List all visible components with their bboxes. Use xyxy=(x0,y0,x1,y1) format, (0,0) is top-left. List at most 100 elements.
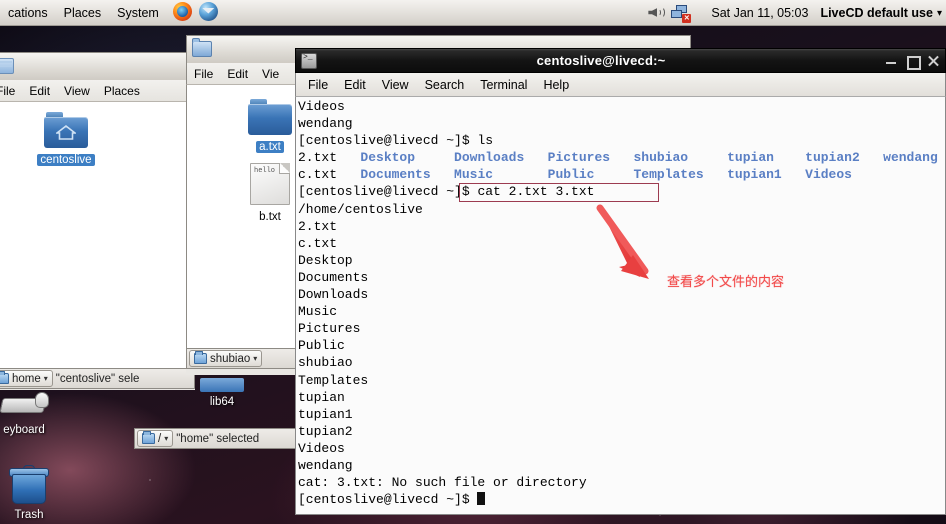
terminal-dir-entry: tupian xyxy=(727,150,806,166)
terminal-line: Music xyxy=(298,304,338,320)
desktop-icon-lib64[interactable]: lib64 xyxy=(190,378,254,410)
folder-icon xyxy=(0,371,9,384)
network-disconnected-icon[interactable]: ✕ xyxy=(669,3,692,23)
volume-icon[interactable] xyxy=(646,3,666,23)
menu-file[interactable]: File xyxy=(300,74,336,96)
terminal-line: cat: 3.txt: No such file or directory xyxy=(298,475,587,491)
menu-view[interactable]: Vie xyxy=(255,64,286,84)
terminal-file-entry: c.txt xyxy=(298,167,361,183)
chevron-down-icon: ▾ xyxy=(253,354,258,363)
terminal-dir-entry: Desktop xyxy=(360,150,455,166)
menu-edit[interactable]: Edit xyxy=(336,74,374,96)
terminal-line: 2.txt Desktop Downloads Pictures shubiao… xyxy=(298,149,945,166)
file-item-centoslive[interactable]: centoslive xyxy=(35,112,97,168)
terminal-dir-entry: Downloads xyxy=(454,150,548,166)
file-manager-window-home[interactable]: File Edit View Places centoslive home ▾ xyxy=(0,52,195,390)
folder-icon xyxy=(200,378,244,392)
gnome-top-panel[interactable]: cations Places System ✕ Sat Jan 11, 05:0… xyxy=(0,0,946,26)
trash-icon xyxy=(9,465,49,505)
menu-edit[interactable]: Edit xyxy=(220,64,255,84)
terminal-titlebar[interactable]: centoslive@livecd:~ xyxy=(295,48,946,73)
file-item-label: a.txt xyxy=(256,141,284,153)
firefox-icon xyxy=(172,1,192,21)
terminal-line: Pictures xyxy=(298,321,361,337)
menu-file[interactable]: File xyxy=(0,81,22,101)
desktop-icon-label: lib64 xyxy=(209,396,235,408)
chevron-down-icon: ▾ xyxy=(164,434,169,443)
window-titlebar[interactable] xyxy=(0,52,195,80)
folder-icon xyxy=(142,431,155,444)
window-controls[interactable] xyxy=(885,55,945,70)
terminal-line: tupian2 xyxy=(298,423,353,439)
terminal-dir-entry: Public xyxy=(547,167,634,183)
location-label: shubiao xyxy=(210,352,251,365)
chevron-down-icon[interactable]: ▾ xyxy=(937,8,946,19)
terminal-line: tupian1 xyxy=(298,406,353,422)
terminal-dir-entry: wendang xyxy=(883,150,946,166)
panel-menu-places[interactable]: Places xyxy=(56,1,110,25)
panel-menu-system[interactable]: System xyxy=(109,1,167,25)
document-preview-text: hello xyxy=(254,167,276,175)
desktop-icon-keyboard[interactable]: eyboard xyxy=(0,390,56,438)
location-label: / xyxy=(158,432,162,445)
folder-icon xyxy=(248,99,292,135)
terminal-line: wendang xyxy=(298,457,353,473)
file-list-area[interactable]: centoslive xyxy=(0,102,195,368)
terminal-title: centoslive@livecd:~ xyxy=(536,53,666,68)
terminal-line: wendang xyxy=(298,116,353,132)
terminal-line: Templates xyxy=(298,372,369,388)
terminal-line: [centoslive@livecd ~]$ ls xyxy=(298,132,945,149)
annotation-arrow-icon xyxy=(596,204,649,279)
terminal-line: tupian xyxy=(298,389,345,405)
terminal-dir-entry: tupian2 xyxy=(805,150,884,166)
folder-window-icon xyxy=(0,57,16,76)
terminal-output[interactable]: Videos wendang [centoslive@livecd ~]$ ls 2.… xyxy=(295,97,946,515)
home-glyph xyxy=(56,125,76,140)
menu-places[interactable]: Places xyxy=(97,81,147,101)
location-button-shubiao[interactable]: shubiao ▾ xyxy=(189,350,263,367)
menu-help[interactable]: Help xyxy=(535,74,577,96)
menu-edit[interactable]: Edit xyxy=(22,81,57,101)
menu-search[interactable]: Search xyxy=(417,74,473,96)
terminal-line: Videos xyxy=(298,440,345,456)
menu-view[interactable]: View xyxy=(57,81,97,101)
menu-view[interactable]: View xyxy=(374,74,417,96)
terminal-dir-entry: Templates xyxy=(633,167,728,183)
terminal-menubar[interactable]: File Edit View Search Terminal Help xyxy=(295,73,946,97)
maximize-button[interactable] xyxy=(906,55,921,70)
file-item-b-txt[interactable]: hello b.txt xyxy=(239,163,301,225)
desktop-icon-trash[interactable]: Trash xyxy=(0,465,61,523)
terminal-file-entry: 2.txt xyxy=(298,150,361,166)
menu-terminal[interactable]: Terminal xyxy=(472,74,535,96)
thunderbird-launcher[interactable] xyxy=(198,1,221,24)
file-item-a-txt[interactable]: a.txt xyxy=(239,99,301,155)
firefox-launcher[interactable] xyxy=(172,1,195,24)
terminal-prompt: [centoslive@livecd ~]$ xyxy=(298,133,470,149)
terminal-dir-entry: shubiao xyxy=(633,150,728,166)
thunderbird-icon xyxy=(198,1,218,21)
panel-tray[interactable]: ✕ Sat Jan 11, 05:03 LiveCD default use ▾ xyxy=(646,0,946,26)
terminal-dir-entry: Pictures xyxy=(547,150,634,166)
minimize-button[interactable] xyxy=(885,55,897,67)
panel-user-menu[interactable]: LiveCD default use xyxy=(820,6,937,20)
terminal-cursor xyxy=(477,492,486,506)
file-item-label: centoslive xyxy=(37,154,95,166)
panel-clock[interactable]: Sat Jan 11, 05:03 xyxy=(699,6,820,20)
terminal-line: [centoslive@livecd ~]$ cat 2.txt 3.txt xyxy=(298,183,945,200)
terminal-dir-entry: tupian1 xyxy=(727,167,806,183)
file-item-label: b.txt xyxy=(259,211,281,223)
menubar[interactable]: File Edit View Places xyxy=(0,80,195,102)
location-button-root[interactable]: / ▾ xyxy=(137,430,174,447)
location-button-home[interactable]: home ▾ xyxy=(0,370,53,387)
terminal-line: c.txt Documents Music Public Templates t… xyxy=(298,166,945,183)
text-document-icon: hello xyxy=(250,163,290,205)
close-button[interactable] xyxy=(927,55,939,67)
status-text: "centoslive" sele xyxy=(55,372,140,385)
terminal-dir-entry: Documents xyxy=(360,167,455,183)
terminal-line: Videos xyxy=(298,99,345,114)
terminal-line: [centoslive@livecd ~]$ xyxy=(298,491,945,508)
terminal-icon xyxy=(301,52,317,69)
folder-icon xyxy=(194,351,207,364)
panel-menu-applications[interactable]: cations xyxy=(0,1,56,25)
menu-file[interactable]: File xyxy=(187,64,220,84)
